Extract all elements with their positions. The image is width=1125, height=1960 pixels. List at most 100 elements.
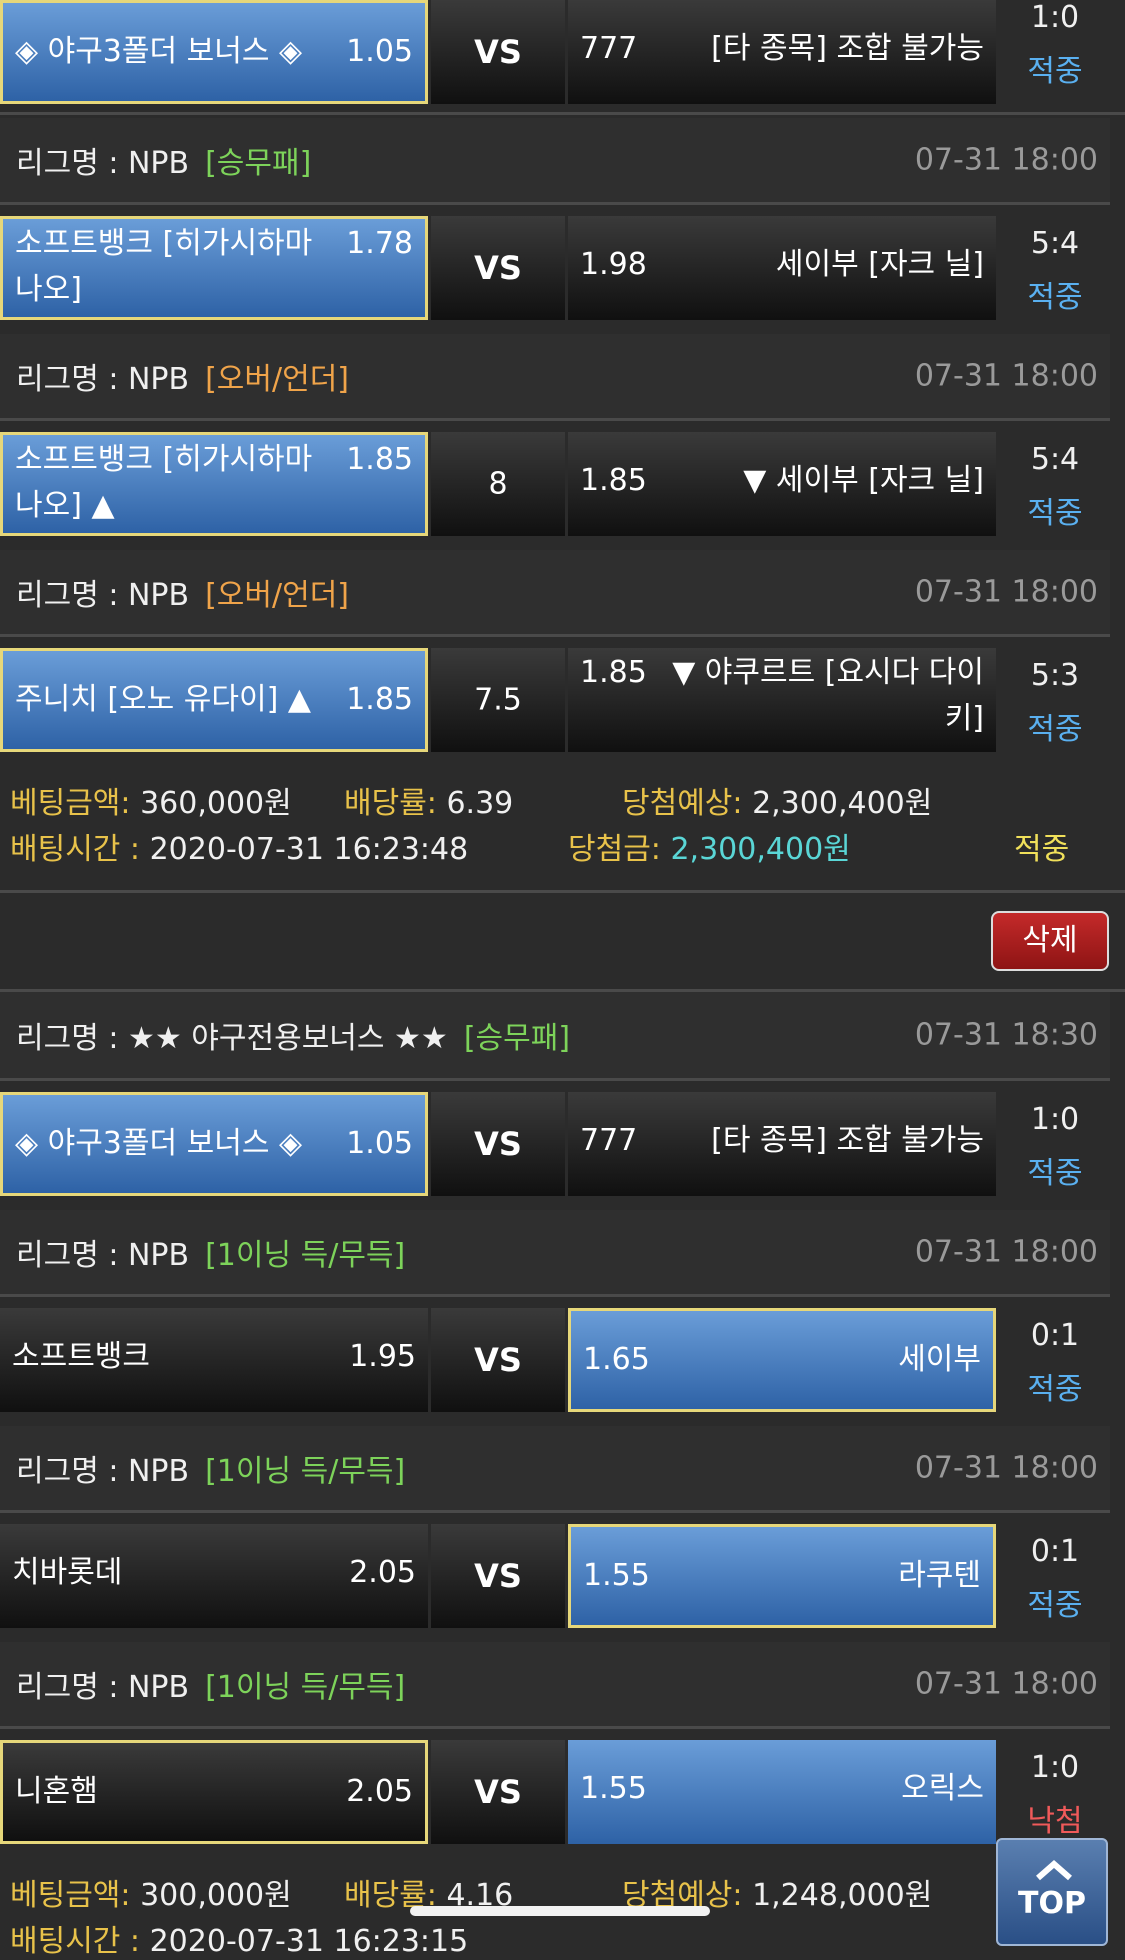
score: 5:4 — [1030, 226, 1080, 261]
match-row: 소프트뱅크 [히가시하마 나오] 1.78 VS 1.98 세이부 [자크 닐]… — [0, 216, 1110, 320]
match-time: 07-31 18:00 — [914, 1666, 1098, 1702]
bet-amount-label: 베팅금액: — [10, 786, 131, 821]
away-odd: 1.85 — [580, 655, 647, 690]
home-team-name: 소프트뱅크 — [12, 1339, 150, 1374]
home-indicator[interactable] — [410, 1906, 710, 1916]
away-team-cell[interactable]: 1.85 ▼ 야쿠르트 [요시다 다이 키] — [568, 648, 996, 752]
vs-cell[interactable]: VS — [431, 1308, 565, 1412]
vs-cell[interactable]: VS — [431, 1092, 565, 1196]
score: 0:1 — [1030, 1534, 1080, 1569]
home-team-cell[interactable]: ◈ 야구3폴더 보너스 ◈ 1.05 — [0, 0, 428, 104]
away-odd: 777 — [580, 31, 638, 66]
away-team-name: [타 종목] 조합 불가능 — [711, 1123, 984, 1158]
home-odd: 1.85 — [346, 442, 413, 477]
result-cell: 0:1 적중 — [1000, 1524, 1110, 1628]
league-header: 리그명 : NPB [1이닝 득/무득] 07-31 18:00 — [0, 1642, 1110, 1729]
bet-type: [오버/언더] — [205, 578, 350, 613]
league-header: 리그명 : NPB [1이닝 득/무득] 07-31 18:00 — [0, 1426, 1110, 1513]
vs-label: VS — [474, 1125, 522, 1163]
bet-type: [1이닝 득/무득] — [205, 1238, 406, 1273]
home-team-cell[interactable]: ◈ 야구3폴더 보너스 ◈ 1.05 — [0, 1092, 428, 1196]
match-time: 07-31 18:00 — [914, 574, 1098, 610]
vs-cell[interactable]: VS — [431, 216, 565, 320]
home-team-name-line2: 나오] ▲ — [15, 488, 115, 523]
result-status: 적중 — [1027, 280, 1083, 315]
bet-type: [오버/언더] — [205, 362, 350, 397]
odds-rate-label: 배당률: — [344, 786, 437, 821]
result-cell: 5:3 적중 — [1000, 648, 1110, 752]
vs-label: VS — [474, 249, 522, 287]
match-row: 니혼햄 2.05 VS 1.55 오릭스 1:0 낙첨 — [0, 1740, 1110, 1844]
score: 5:3 — [1030, 658, 1080, 693]
away-odd: 1.98 — [580, 247, 647, 282]
away-team-cell[interactable]: 1.98 세이부 [자크 닐] — [568, 216, 996, 320]
bet-result: 적중 — [1014, 832, 1070, 867]
handicap-cell[interactable]: 8 — [431, 432, 565, 536]
vs-cell[interactable]: VS — [431, 0, 565, 104]
home-team-cell[interactable]: 주니치 [오노 유다이] ▲ 1.85 — [0, 648, 428, 752]
bet-summary: 베팅금액: 360,000원 배당률: 6.39 당첨예상: 2,300,400… — [0, 770, 1125, 890]
handicap-value: 7.5 — [474, 682, 522, 718]
chevron-up-icon — [1036, 1860, 1072, 1881]
home-team-name: ◈ 야구3폴더 보너스 ◈ — [15, 1126, 303, 1161]
result-cell: 0:1 적중 — [1000, 1308, 1110, 1412]
away-team-cell[interactable]: 777 [타 종목] 조합 불가능 — [568, 0, 996, 104]
home-odd: 1.05 — [346, 34, 413, 69]
bet-summary: 베팅금액: 300,000원 배당률: 4.16 당첨예상: 1,248,000… — [0, 1862, 1125, 1959]
away-team-cell[interactable]: 1.55 라쿠텐 — [568, 1524, 996, 1628]
result-cell: 5:4 적중 — [1000, 432, 1110, 536]
home-odd: 1.05 — [346, 1126, 413, 1161]
expected-win: 1,248,000원 — [752, 1878, 933, 1913]
result-status: 적중 — [1027, 712, 1083, 747]
home-team-cell[interactable]: 소프트뱅크 1.95 — [0, 1308, 428, 1412]
handicap-cell[interactable]: 7.5 — [431, 648, 565, 752]
league-name: 리그명 : ★★ 야구전용보너스 ★★ — [16, 1021, 448, 1056]
league-name: 리그명 : NPB — [16, 1238, 190, 1273]
away-team-cell[interactable]: 1.65 세이부 — [568, 1308, 996, 1412]
result-cell: 1:0 낙첨 — [1000, 1740, 1110, 1844]
bet-time: 2020-07-31 16:23:15 — [149, 1924, 469, 1959]
win-amount-label: 당첨금: — [568, 832, 661, 867]
home-team-cell[interactable]: 니혼햄 2.05 — [0, 1740, 428, 1844]
match-row: 소프트뱅크 [히가시하마 나오] ▲ 1.85 8 1.85 ▼ 세이부 [자크… — [0, 432, 1110, 536]
match-time: 07-31 18:00 — [914, 142, 1098, 178]
away-odd: 1.85 — [580, 463, 647, 498]
delete-button[interactable]: 삭제 — [991, 911, 1109, 971]
action-bar: 삭제 — [0, 893, 1125, 989]
match-row: 소프트뱅크 1.95 VS 1.65 세이부 0:1 적중 — [0, 1308, 1110, 1412]
divider — [0, 112, 1125, 115]
league-name: 리그명 : NPB — [16, 1670, 190, 1705]
home-team-cell[interactable]: 소프트뱅크 [히가시하마 나오] ▲ 1.85 — [0, 432, 428, 536]
league-header: 리그명 : NPB [오버/언더] 07-31 18:00 — [0, 550, 1110, 637]
home-odd: 2.05 — [346, 1774, 413, 1809]
match-row: ◈ 야구3폴더 보너스 ◈ 1.05 VS 777 [타 종목] 조합 불가능 … — [0, 1092, 1110, 1196]
away-team-name: 세이부 — [898, 1342, 981, 1377]
scroll-top-button[interactable]: TOP — [996, 1838, 1108, 1946]
vs-label: VS — [474, 1773, 522, 1811]
result-cell: 1:0 적중 — [1000, 1092, 1110, 1196]
bet-amount-label: 베팅금액: — [10, 1878, 131, 1913]
result-cell: 1:0 적중 — [1000, 0, 1110, 104]
away-odd: 777 — [580, 1123, 638, 1158]
home-team-cell[interactable]: 소프트뱅크 [히가시하마 나오] 1.78 — [0, 216, 428, 320]
league-name: 리그명 : NPB — [16, 1454, 190, 1489]
home-team-name: 니혼햄 — [15, 1774, 98, 1809]
away-team-cell[interactable]: 1.85 ▼ 세이부 [자크 닐] — [568, 432, 996, 536]
win-amount: 2,300,400원 — [670, 832, 851, 867]
bet-time-label: 배팅시간 : — [10, 1924, 141, 1959]
home-team-cell[interactable]: 치바롯데 2.05 — [0, 1524, 428, 1628]
away-team-name: ▼ 야쿠르트 [요시다 다이 — [672, 655, 984, 690]
league-header: 리그명 : ★★ 야구전용보너스 ★★ [승무패] 07-31 18:30 — [0, 992, 1110, 1081]
vs-cell[interactable]: VS — [431, 1740, 565, 1844]
vs-label: VS — [474, 33, 522, 71]
bet-amount: 360,000원 — [140, 786, 292, 821]
home-odd: 1.78 — [346, 226, 413, 261]
vs-cell[interactable]: VS — [431, 1524, 565, 1628]
expected-win: 2,300,400원 — [752, 786, 933, 821]
league-name: 리그명 : NPB — [16, 578, 190, 613]
match-time: 07-31 18:00 — [914, 1234, 1098, 1270]
away-team-name-line2: 키] — [944, 701, 984, 736]
score: 5:4 — [1030, 442, 1080, 477]
away-team-cell[interactable]: 777 [타 종목] 조합 불가능 — [568, 1092, 996, 1196]
away-team-cell[interactable]: 1.55 오릭스 — [568, 1740, 996, 1844]
